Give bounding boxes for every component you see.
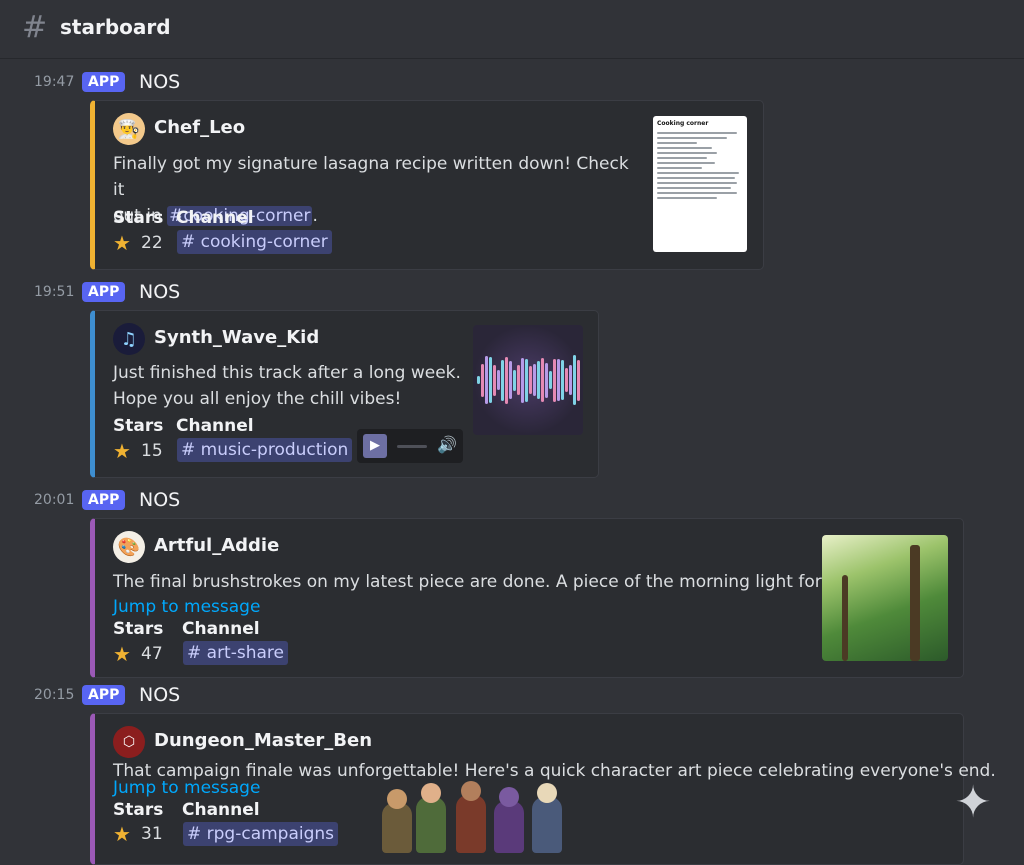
- star-icon: ★: [113, 439, 131, 463]
- waveform-bar: [569, 365, 572, 395]
- volume-icon[interactable]: 🔊: [437, 435, 457, 454]
- embed-description: Just finished this track after a long we…: [113, 363, 461, 409]
- stars-label: Stars: [113, 208, 164, 228]
- waveform-bar: [533, 364, 536, 396]
- waveform-bar: [481, 363, 484, 397]
- channel-link[interactable]: # cooking-corner: [177, 230, 332, 254]
- d20-icon[interactable]: ⬡: [113, 726, 145, 758]
- message-author[interactable]: NOS: [139, 71, 180, 93]
- jump-to-message-link[interactable]: Jump to message: [113, 597, 260, 617]
- waveform-bar: [505, 356, 508, 404]
- embed-username[interactable]: Synth_Wave_Kid: [154, 327, 319, 348]
- timestamp[interactable]: 20:01: [34, 492, 74, 508]
- waveform-bar: [517, 365, 520, 395]
- waveform-bar: [521, 357, 524, 403]
- waveform-bar: [557, 359, 560, 401]
- recipe-thumbnail[interactable]: Cooking corner: [653, 116, 747, 252]
- embed-username[interactable]: Chef_Leo: [154, 117, 245, 138]
- embed-username[interactable]: Dungeon_Master_Ben: [154, 730, 372, 751]
- waveform-bar: [509, 361, 512, 399]
- character-party-image[interactable]: [380, 780, 575, 853]
- channel-link[interactable]: # music-production: [177, 438, 353, 462]
- app-badge: APP: [82, 490, 126, 510]
- timestamp[interactable]: 19:51: [34, 284, 74, 300]
- waveform-bar: [541, 358, 544, 402]
- channel-label: Channel: [182, 800, 260, 820]
- chef-icon[interactable]: 👨‍🍳: [113, 113, 145, 145]
- timestamp[interactable]: 20:15: [34, 687, 74, 703]
- waveform-bar: [573, 355, 576, 405]
- message-author[interactable]: NOS: [139, 281, 180, 303]
- waveform-bar: [477, 376, 480, 384]
- channel-header: # starboard: [0, 0, 1024, 59]
- stars-label: Stars: [113, 416, 164, 436]
- channel-link[interactable]: # art-share: [183, 641, 288, 665]
- star-count: 15: [141, 441, 163, 461]
- channel-label: Channel: [176, 208, 254, 228]
- waveform-bar: [497, 370, 500, 390]
- sparkle-icon: ✦: [954, 777, 992, 828]
- waveform-bar: [565, 368, 568, 392]
- star-embed: 🎨 Artful_Addie The final brushstrokes on…: [90, 518, 964, 678]
- waveform-bar: [577, 359, 580, 401]
- star-embed: ♫ Synth_Wave_Kid Just finished this trac…: [90, 310, 599, 478]
- waveform-bar: [525, 358, 528, 402]
- play-icon[interactable]: ▶: [363, 434, 387, 458]
- channel-label: Channel: [176, 416, 254, 436]
- waveform-bar: [485, 356, 488, 404]
- star-icon: ★: [113, 642, 131, 666]
- waveform-bar: [493, 364, 496, 396]
- message-author[interactable]: NOS: [139, 489, 180, 511]
- waveform-thumbnail[interactable]: [473, 325, 583, 435]
- star-icon: ★: [113, 822, 131, 846]
- app-badge: APP: [82, 685, 126, 705]
- embed-description: The final brushstrokes on my latest piec…: [113, 572, 913, 592]
- channel-link[interactable]: # rpg-campaigns: [183, 822, 339, 846]
- progress-bar[interactable]: [397, 445, 427, 448]
- star-count: 31: [141, 824, 163, 844]
- hash-icon: #: [22, 10, 48, 45]
- waveform-bar: [489, 357, 492, 403]
- stars-label: Stars: [113, 800, 164, 820]
- palette-icon[interactable]: 🎨: [113, 531, 145, 563]
- channel-label: Channel: [182, 619, 260, 639]
- waveform-bar: [501, 359, 504, 401]
- star-count: 47: [141, 644, 163, 664]
- waveform-bar: [561, 360, 564, 400]
- forest-painting-thumbnail[interactable]: [822, 535, 948, 661]
- waveform-bar: [545, 362, 548, 398]
- channel-title: starboard: [60, 15, 171, 39]
- waveform-bar: [553, 358, 556, 402]
- star-icon: ★: [113, 231, 131, 255]
- waveform-bar: [549, 371, 552, 389]
- app-badge: APP: [82, 282, 126, 302]
- music-note-icon[interactable]: ♫: [113, 323, 145, 355]
- message-author[interactable]: NOS: [139, 684, 180, 706]
- audio-player: ▶ 🔊: [357, 429, 463, 463]
- waveform-bar: [537, 361, 540, 399]
- waveform-bar: [529, 366, 532, 394]
- jump-to-message-link[interactable]: Jump to message: [113, 778, 260, 798]
- timestamp[interactable]: 19:47: [34, 74, 74, 90]
- app-badge: APP: [82, 72, 126, 92]
- embed-username[interactable]: Artful_Addie: [154, 535, 279, 556]
- stars-label: Stars: [113, 619, 164, 639]
- star-count: 22: [141, 233, 163, 253]
- waveform-bar: [513, 369, 516, 391]
- star-embed: 👨‍🍳 Chef_Leo Finally got my signature la…: [90, 100, 764, 270]
